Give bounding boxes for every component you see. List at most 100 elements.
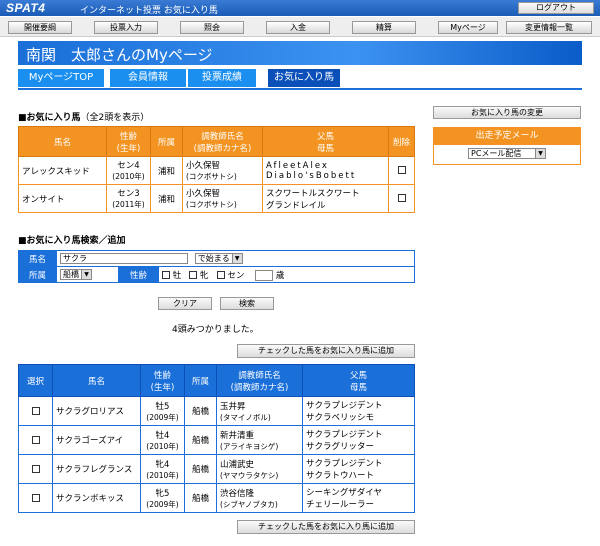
trainer-name: 山浦武史 bbox=[220, 459, 255, 470]
select-checkbox[interactable] bbox=[31, 435, 40, 444]
search-form: 馬名 サクラ で始まる ▼ 所属 船橋 ▼ 性齢 牡 牝 セン 歳 bbox=[18, 250, 415, 283]
logout-button[interactable]: ログアウト bbox=[518, 2, 594, 14]
trainer-name: 玉井昇 bbox=[220, 401, 246, 412]
spat4-logo: SPAT4 bbox=[6, 1, 46, 15]
sire: AfleetAlex bbox=[266, 160, 329, 171]
trainer: 新井清重 (アライキヨシゲ) bbox=[216, 425, 303, 455]
nav-mypage[interactable]: Myページ bbox=[438, 21, 498, 34]
name-input[interactable]: サクラ bbox=[60, 253, 188, 264]
trainer-name: 渋谷信隆 bbox=[220, 488, 255, 499]
nav-deposit[interactable]: 入金 bbox=[266, 21, 330, 34]
nav-changes[interactable]: 変更情報一覧 bbox=[506, 21, 592, 34]
mail-select[interactable]: PCメール配信 ▼ bbox=[468, 148, 546, 159]
search-affil-row: 所属 船橋 ▼ 性齢 牡 牝 セン 歳 bbox=[18, 266, 415, 283]
dam: サクラトウハート bbox=[306, 471, 375, 481]
favorites-heading-text: ■お気に入り馬 bbox=[18, 113, 81, 123]
results-header-row: 選択 馬名 性齢 (生年) 所属 調教師氏名 (調教師カナ名) 父馬 母馬 bbox=[18, 364, 415, 397]
tab-mypage-top[interactable]: MyページTOP bbox=[18, 69, 104, 87]
result-message: 4頭みつかりました。 bbox=[172, 325, 259, 335]
affil-select-cell: 船橋 ▼ bbox=[56, 266, 119, 283]
table-row: アレックスキッド セン4 (2010年) 浦和 小久保智 (コクボサトシ) Afle… bbox=[18, 156, 415, 185]
horse-name[interactable]: サクランボキッス bbox=[52, 483, 141, 513]
sex-male-checkbox[interactable] bbox=[162, 271, 170, 279]
mail-panel-title: 出走予定メール bbox=[434, 128, 580, 145]
tab-underline bbox=[18, 88, 582, 90]
page-title-bar: 南関 太郎さんのMyページ bbox=[18, 41, 582, 65]
dam: グランドレイル bbox=[266, 200, 326, 211]
tab-vote-results[interactable]: 投票成績 bbox=[188, 69, 256, 87]
sex-female-checkbox[interactable] bbox=[189, 271, 198, 279]
age-input[interactable] bbox=[255, 269, 274, 281]
clear-button[interactable]: クリア bbox=[158, 297, 212, 310]
sex-female-label: 牝 bbox=[200, 270, 209, 281]
horse-name[interactable]: サクラフレグランス bbox=[52, 454, 141, 484]
horse-affil: 船橋 bbox=[184, 425, 217, 455]
trainer: 小久保智 (コクボサトシ) bbox=[182, 156, 263, 185]
trainer-name: 新井清重 bbox=[220, 430, 255, 441]
chevron-down-icon: ▼ bbox=[81, 270, 91, 279]
match-select-value: で始まる bbox=[197, 254, 230, 263]
nav-settle[interactable]: 精算 bbox=[352, 21, 416, 34]
change-favorites-button[interactable]: お気に入り馬の変更 bbox=[433, 106, 581, 119]
parents: サクラプレジデント サクラグリッター bbox=[302, 425, 415, 455]
year-text: (2011年) bbox=[112, 200, 145, 209]
search-button[interactable]: 検索 bbox=[220, 297, 274, 310]
horse-name[interactable]: サクラゴーズアイ bbox=[52, 425, 141, 455]
nav-inquiry[interactable]: 照会 bbox=[180, 21, 244, 34]
age-text: セン3 bbox=[117, 189, 140, 199]
select-cell bbox=[18, 396, 53, 426]
year-text: (2010年) bbox=[146, 470, 179, 480]
nav-kaisai[interactable]: 開催要綱 bbox=[8, 21, 72, 34]
header-subtitle: インターネット投票 お気に入り馬 bbox=[80, 6, 218, 16]
delete-checkbox[interactable] bbox=[397, 194, 406, 202]
tab-favorite-horses[interactable]: お気に入り馬 bbox=[268, 69, 340, 87]
favorites-table: 馬名 性齢 (生年) 所属 調教師氏名 (調教師カナ名) 父馬 母馬 削除 アレ… bbox=[18, 126, 415, 213]
mail-select-value: PCメール配信 bbox=[471, 149, 522, 158]
select-cell bbox=[18, 425, 53, 455]
select-checkbox[interactable] bbox=[31, 464, 40, 473]
name-label: 馬名 bbox=[18, 250, 57, 267]
trainer-kana: (コクボサトシ) bbox=[186, 200, 237, 209]
age-unit: 歳 bbox=[275, 270, 285, 281]
tab-member-info[interactable]: 会員情報 bbox=[110, 69, 186, 87]
horse-name[interactable]: オンサイト bbox=[18, 184, 107, 213]
add-favorites-button-top[interactable]: チェックした馬をお気に入り馬に追加 bbox=[237, 344, 415, 358]
year-text: (2009年) bbox=[146, 412, 179, 422]
horse-age: セン4 (2010年) bbox=[106, 156, 151, 185]
col-affil: 所属 bbox=[184, 364, 217, 397]
favorites-header-row: 馬名 性齢 (生年) 所属 調教師氏名 (調教師カナ名) 父馬 母馬 削除 bbox=[18, 126, 415, 157]
delete-checkbox[interactable] bbox=[397, 166, 406, 174]
affil-select[interactable]: 船橋 ▼ bbox=[60, 269, 92, 280]
delete-cell bbox=[388, 156, 415, 185]
col-parents: 父馬 母馬 bbox=[302, 364, 415, 397]
horse-name[interactable]: サクラグロリアス bbox=[52, 396, 141, 426]
age-text: セン4 bbox=[117, 161, 140, 171]
horse-affil: 浦和 bbox=[150, 184, 183, 213]
horse-age: 牝5 (2009年) bbox=[140, 483, 185, 513]
table-row: サクラグロリアス 牡5 (2009年) 船橋 玉井昇 (タマイノボル) サクラプレジ… bbox=[18, 396, 415, 426]
trainer-kana: (タマイノボル) bbox=[220, 412, 271, 422]
year-text: (2010年) bbox=[112, 172, 145, 181]
col-parents: 父馬 母馬 bbox=[262, 126, 389, 157]
trainer: 小久保智 (コクボサトシ) bbox=[182, 184, 263, 213]
trainer-name: 小久保智 bbox=[186, 189, 221, 199]
horse-age: 牝4 (2010年) bbox=[140, 454, 185, 484]
select-checkbox[interactable] bbox=[31, 493, 40, 502]
select-cell bbox=[18, 483, 53, 513]
horse-affil: 船橋 bbox=[184, 396, 217, 426]
affil-select-value: 船橋 bbox=[63, 270, 79, 279]
horse-age: 牡4 (2010年) bbox=[140, 425, 185, 455]
parents: サクラプレジデント サクラトウハート bbox=[302, 454, 415, 484]
select-checkbox[interactable] bbox=[31, 406, 40, 415]
chevron-down-icon: ▼ bbox=[535, 149, 545, 158]
horse-name[interactable]: アレックスキッド bbox=[18, 156, 107, 185]
results-table: 選択 馬名 性齢 (生年) 所属 調教師氏名 (調教師カナ名) 父馬 母馬 サク… bbox=[18, 364, 415, 513]
add-favorites-button-bottom[interactable]: チェックした馬をお気に入り馬に追加 bbox=[237, 520, 415, 534]
select-cell bbox=[18, 454, 53, 484]
trainer-kana: (シブヤノブタカ) bbox=[220, 499, 278, 509]
sex-gelding-checkbox[interactable] bbox=[216, 271, 225, 279]
match-select[interactable]: で始まる ▼ bbox=[194, 253, 243, 264]
col-trainer: 調教師氏名 (調教師カナ名) bbox=[182, 126, 263, 157]
table-row: オンサイト セン3 (2011年) 浦和 小久保智 (コクボサトシ) スクワートルス… bbox=[18, 184, 415, 213]
nav-vote[interactable]: 投票入力 bbox=[94, 21, 158, 34]
